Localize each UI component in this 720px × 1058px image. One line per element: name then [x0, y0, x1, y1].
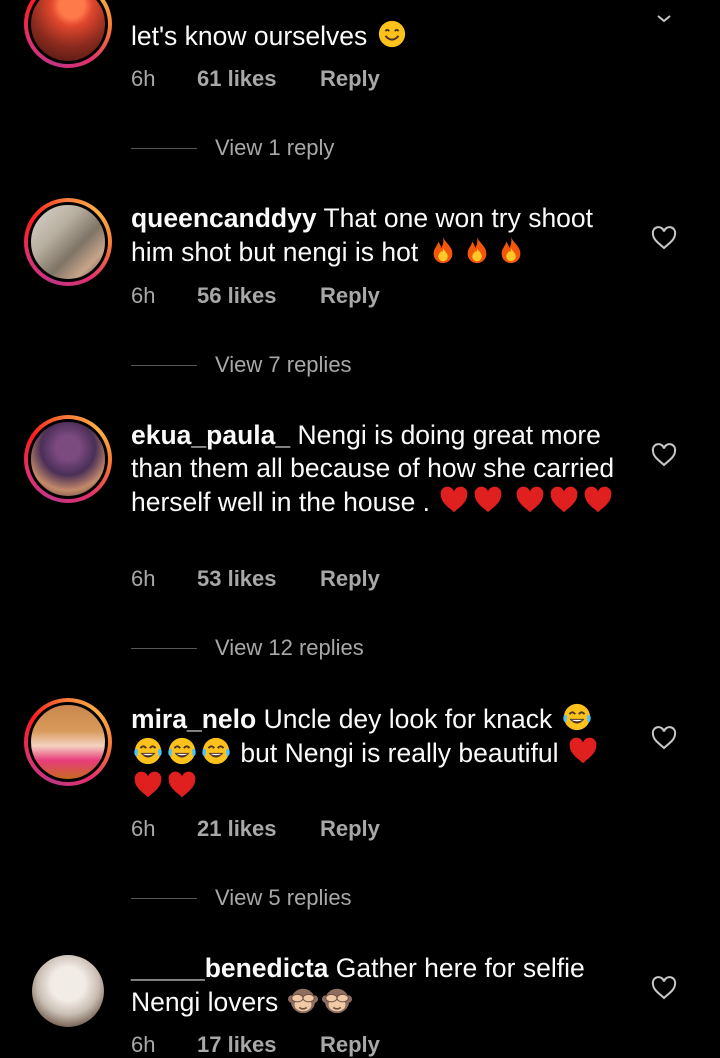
- avatar[interactable]: [24, 415, 112, 503]
- comment-time: 6h: [131, 566, 156, 591]
- reply-button[interactable]: Reply: [320, 1032, 380, 1058]
- likes-count[interactable]: 17 likes: [197, 1032, 320, 1058]
- view-replies-button[interactable]: View 12 replies: [131, 635, 364, 661]
- likes-count[interactable]: 56 likes: [197, 283, 320, 309]
- view-replies-button[interactable]: View 7 replies: [131, 352, 352, 378]
- reply-button[interactable]: Reply: [320, 283, 380, 309]
- avatar[interactable]: [24, 698, 112, 786]
- joy-emoji-icon: [562, 702, 592, 732]
- red-heart-emoji-icon: [583, 485, 613, 515]
- view-replies-label: View 1 reply: [215, 135, 335, 160]
- comment-meta: 6h 56 likes Reply: [131, 283, 380, 309]
- see-no-evil-monkey-emoji-icon: [322, 985, 352, 1015]
- comment-text: let's know ourselves: [131, 19, 631, 53]
- comment-username[interactable]: _____benedicta: [131, 953, 328, 983]
- comment-username[interactable]: mira_nelo: [131, 704, 256, 734]
- reply-button[interactable]: Reply: [320, 816, 380, 842]
- comment-meta: 6h 61 likes Reply: [131, 66, 380, 92]
- comment-meta: 6h 53 likes Reply: [131, 566, 380, 592]
- likes-count[interactable]: 21 likes: [197, 816, 320, 842]
- fire-emoji-icon: [428, 235, 458, 265]
- comment-time: 6h: [131, 283, 156, 308]
- divider: [131, 364, 197, 366]
- smiling-face-emoji-icon: [377, 19, 407, 49]
- fire-emoji-icon: [496, 235, 526, 265]
- reply-button[interactable]: Reply: [320, 566, 380, 592]
- comment-time: 6h: [131, 66, 156, 91]
- divider: [131, 647, 197, 649]
- red-heart-emoji-icon: [473, 485, 503, 515]
- comment-username[interactable]: queencanddyy: [131, 203, 317, 233]
- view-replies-button[interactable]: View 1 reply: [131, 135, 334, 161]
- avatar[interactable]: [32, 955, 104, 1027]
- comment-text: queencanddyy That one won try shoot him …: [131, 203, 594, 267]
- chevron-down-icon[interactable]: [655, 14, 673, 24]
- comment-meta: 6h 17 likes Reply: [131, 1032, 380, 1058]
- red-heart-emoji-icon: [568, 736, 598, 766]
- like-heart-icon[interactable]: [651, 726, 677, 750]
- red-heart-emoji-icon: [133, 770, 163, 800]
- like-heart-icon[interactable]: [651, 443, 677, 467]
- red-heart-emoji-icon: [439, 485, 469, 515]
- joy-emoji-icon: [167, 736, 197, 766]
- comment-time: 6h: [131, 1032, 156, 1057]
- comment-meta: 6h 21 likes Reply: [131, 816, 380, 842]
- comment-text: ekua_paula_ Nengi is doing great more th…: [131, 420, 615, 517]
- avatar[interactable]: [24, 198, 112, 286]
- comment-text: _____benedicta Gather here for selfie Ne…: [131, 953, 585, 1017]
- like-heart-icon[interactable]: [651, 976, 677, 1000]
- red-heart-emoji-icon: [515, 485, 545, 515]
- view-replies-label: View 12 replies: [215, 635, 364, 660]
- likes-count[interactable]: 61 likes: [197, 66, 320, 92]
- view-replies-button[interactable]: View 5 replies: [131, 885, 352, 911]
- divider: [131, 147, 197, 149]
- like-heart-icon[interactable]: [651, 226, 677, 250]
- divider: [131, 897, 197, 899]
- comment-username[interactable]: ekua_paula_: [131, 420, 290, 450]
- joy-emoji-icon: [201, 736, 231, 766]
- avatar[interactable]: [24, 0, 112, 68]
- comment-time: 6h: [131, 816, 156, 841]
- comment-text: mira_nelo Uncle dey look for knack but N…: [131, 702, 631, 804]
- see-no-evil-monkey-emoji-icon: [288, 985, 318, 1015]
- reply-button[interactable]: Reply: [320, 66, 380, 92]
- view-replies-label: View 7 replies: [215, 352, 352, 377]
- view-replies-label: View 5 replies: [215, 885, 352, 910]
- fire-emoji-icon: [462, 235, 492, 265]
- red-heart-emoji-icon: [549, 485, 579, 515]
- red-heart-emoji-icon: [167, 770, 197, 800]
- joy-emoji-icon: [133, 736, 163, 766]
- likes-count[interactable]: 53 likes: [197, 566, 320, 592]
